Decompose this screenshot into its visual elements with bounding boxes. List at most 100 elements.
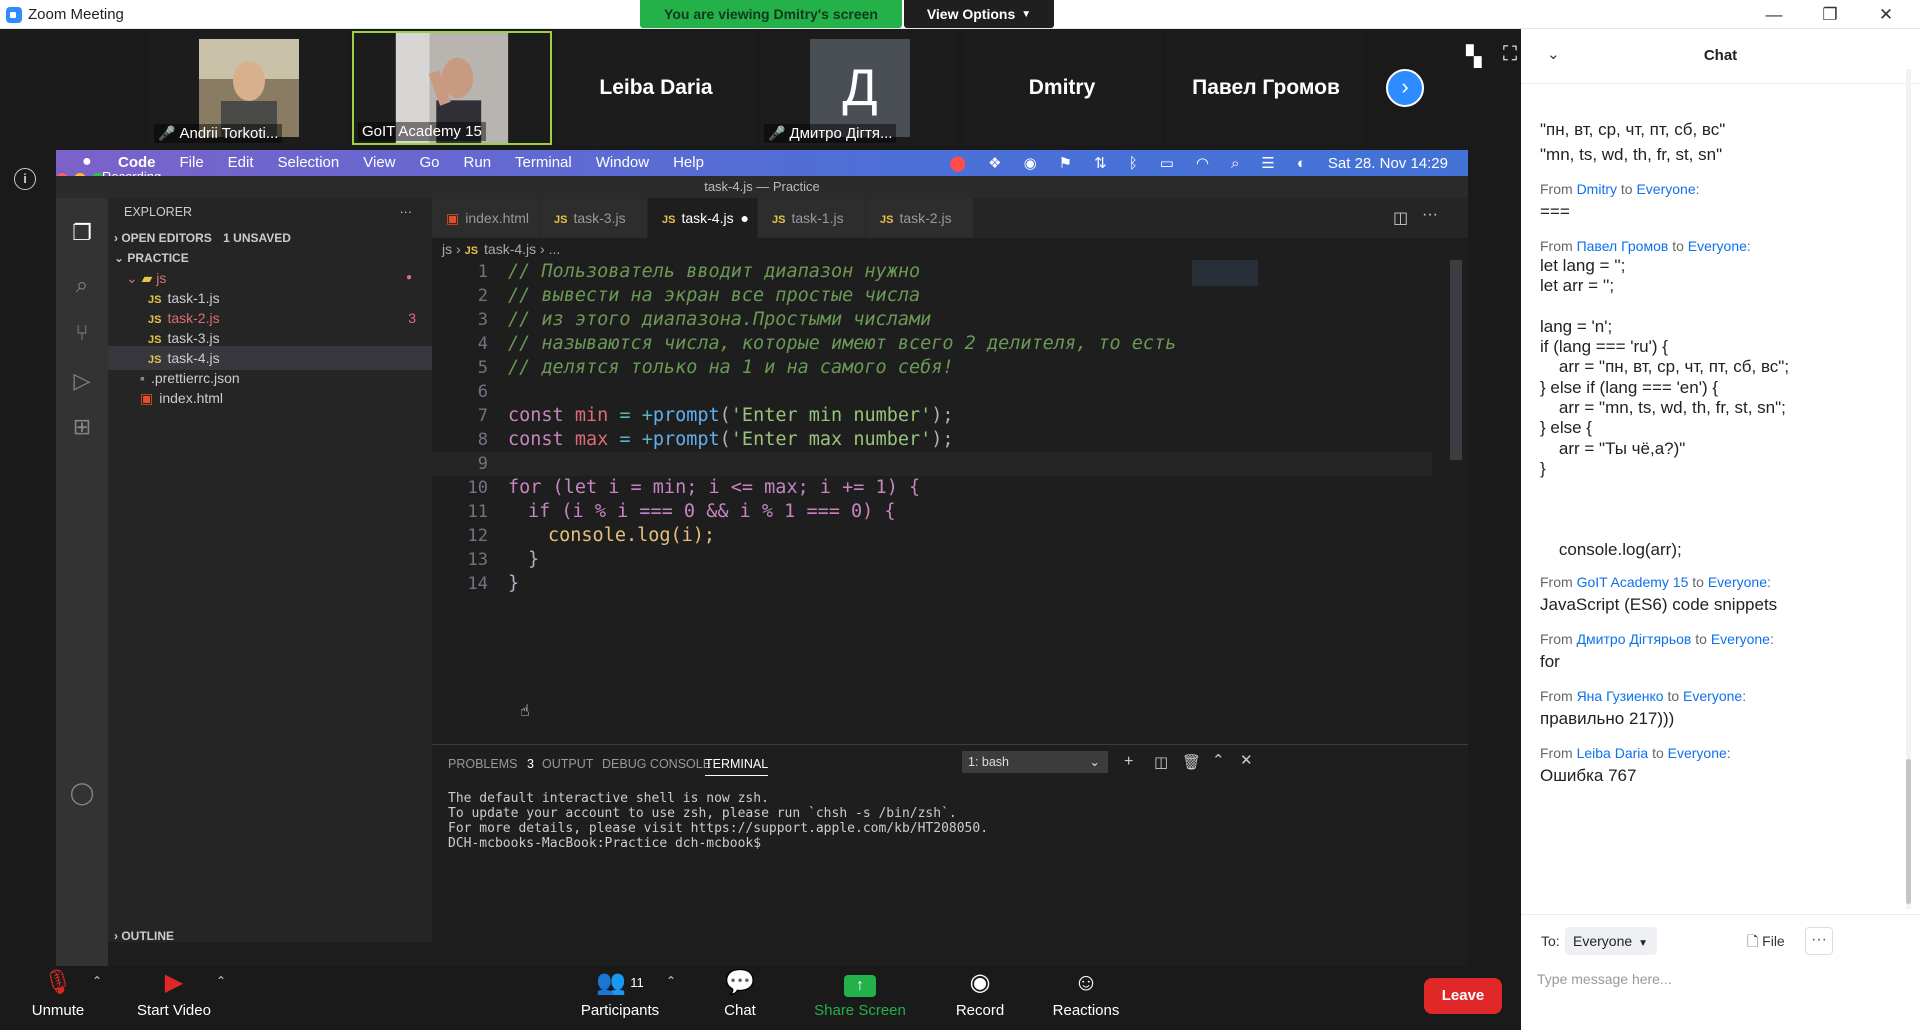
line-number: 7: [477, 406, 488, 426]
sender-name[interactable]: Павел Громов: [1577, 238, 1669, 254]
menu-help[interactable]: Help: [673, 154, 704, 171]
minimap[interactable]: [1192, 260, 1258, 286]
record-button[interactable]: ◉ Record: [940, 966, 1020, 1030]
tab-task-1[interactable]: JS task-1.js: [758, 198, 866, 238]
more-actions-icon[interactable]: ···: [1422, 206, 1438, 224]
explorer-icon[interactable]: ❐: [68, 220, 96, 248]
run-debug-icon[interactable]: ▷: [68, 368, 96, 396]
breadcrumb-folder[interactable]: js: [442, 241, 452, 257]
participant-tile[interactable]: 🎤 Andrii Torkoti...: [150, 31, 348, 145]
outline-section[interactable]: › OUTLINE: [108, 924, 432, 948]
next-participants-button[interactable]: ›: [1386, 69, 1424, 107]
chat-scrollbar-thumb[interactable]: [1906, 759, 1911, 904]
sender-name[interactable]: Dmitry: [1577, 181, 1617, 197]
code-text: if (i % i === 0 && i % 1 === 0) {: [528, 501, 896, 522]
participant-tile[interactable]: Д 🎤 Дмитро Дігтя...: [760, 31, 958, 145]
menu-terminal[interactable]: Terminal: [515, 154, 572, 171]
wifi-icon[interactable]: ◠: [1196, 154, 1209, 172]
tab-problems[interactable]: PROBLEMS 3: [448, 757, 534, 771]
close-window-button[interactable]: ✕: [1858, 0, 1914, 29]
spotlight-search-icon[interactable]: ⌕: [1231, 155, 1239, 172]
network-icon[interactable]: ⇅: [1094, 154, 1107, 172]
terminal-output[interactable]: The default interactive shell is now zsh…: [448, 791, 988, 851]
tab-index-html[interactable]: ▣ index.html: [432, 198, 540, 238]
dropbox-icon[interactable]: ❖: [988, 154, 1001, 172]
recipient-select[interactable]: Everyone ▼: [1565, 927, 1657, 955]
file-index-html[interactable]: ▣ index.html: [108, 386, 432, 410]
video-options-chevron-icon[interactable]: ⌃: [216, 974, 226, 988]
js-file-icon: JS: [148, 314, 162, 326]
extensions-icon[interactable]: ⊞: [68, 414, 96, 442]
js-file-icon: JS: [554, 214, 568, 226]
tab-output[interactable]: OUTPUT: [542, 757, 593, 771]
view-options-button[interactable]: View Options ▼: [904, 0, 1054, 28]
breadcrumb-rest[interactable]: ...: [549, 241, 561, 257]
minimize-button[interactable]: —: [1746, 0, 1802, 29]
tab-task-3[interactable]: JS task-3.js: [540, 198, 648, 238]
battery-icon[interactable]: ▭: [1160, 154, 1174, 172]
leave-button[interactable]: Leave: [1424, 978, 1502, 1014]
new-terminal-icon[interactable]: +: [1124, 753, 1133, 771]
reactions-button[interactable]: ☺ Reactions: [1036, 966, 1136, 1030]
code-area[interactable]: 1 // Пользователь вводит диапазон нужно 2…: [432, 260, 1468, 744]
restore-button[interactable]: ❐: [1802, 0, 1858, 29]
viewing-screen-banner: You are viewing Dmitry's screen: [640, 0, 902, 28]
sender-name[interactable]: GoIT Academy 15: [1577, 574, 1689, 590]
sender-name[interactable]: Дмитро Дігтярьов: [1577, 631, 1692, 647]
menu-selection[interactable]: Selection: [278, 154, 340, 171]
chat-scrollbar-track[interactable]: [1906, 69, 1911, 909]
tab-task-2[interactable]: JS task-2.js: [866, 198, 974, 238]
fullscreen-icon[interactable]: ⛶: [1503, 43, 1517, 66]
sender-name[interactable]: Leiba Daria: [1577, 745, 1649, 761]
tab-task-4[interactable]: JS task-4.js ●: [648, 198, 758, 238]
control-center-icon[interactable]: ☰: [1261, 154, 1274, 172]
participant-label: 🎤 Andrii Torkoti...: [154, 124, 283, 143]
file-button[interactable]: 🗋 File: [1747, 931, 1785, 955]
audio-options-chevron-icon[interactable]: ⌃: [92, 974, 102, 988]
notification-icon[interactable]: ⬤: [949, 154, 966, 172]
tab-label: task-2.js: [899, 210, 952, 226]
participant-tile[interactable]: Павел Громов: [1166, 31, 1366, 145]
participant-tile[interactable]: Leiba Daria: [556, 31, 756, 145]
participants-button[interactable]: 👥 11 Participants: [560, 966, 680, 1030]
split-editor-icon[interactable]: ◫: [1393, 208, 1408, 228]
bluetooth-icon[interactable]: ᛒ: [1129, 155, 1138, 172]
flag-icon[interactable]: ⚑: [1059, 154, 1072, 172]
trash-icon[interactable]: 🗑: [1182, 753, 1201, 771]
play-icon[interactable]: ◉: [1024, 154, 1037, 172]
tab-terminal[interactable]: TERMINAL: [705, 757, 769, 776]
sender-name[interactable]: Яна Гузиенко: [1577, 688, 1664, 704]
terminal-select[interactable]: 1: bash ⌄: [962, 751, 1108, 773]
menu-edit[interactable]: Edit: [228, 154, 254, 171]
more-actions-icon[interactable]: ···: [400, 200, 413, 224]
menu-file[interactable]: File: [180, 154, 204, 171]
unmute-button[interactable]: 🎙 Unmute: [18, 966, 98, 1030]
folder-name: js: [156, 270, 167, 286]
participant-tile-active-speaker[interactable]: GoIT Academy 15: [352, 31, 552, 145]
menu-window[interactable]: Window: [596, 154, 649, 171]
siri-icon[interactable]: ◐: [1297, 155, 1306, 172]
message-input[interactable]: Type message here...: [1537, 965, 1897, 993]
search-icon[interactable]: ⌕: [68, 272, 96, 300]
account-icon[interactable]: ◯: [68, 780, 96, 808]
more-options-icon[interactable]: ···: [1805, 927, 1833, 955]
chat-button[interactable]: 💬 Chat: [700, 966, 780, 1030]
editor-scrollbar[interactable]: [1450, 260, 1462, 460]
menu-run[interactable]: Run: [464, 154, 492, 171]
close-panel-icon[interactable]: ✕: [1240, 751, 1253, 769]
start-video-button[interactable]: ▶︎ Start Video: [118, 966, 230, 1030]
source-control-icon[interactable]: ⑂: [68, 320, 96, 348]
participants-chevron-icon[interactable]: ⌃: [666, 974, 676, 988]
share-screen-button[interactable]: ↑ Share Screen: [800, 966, 920, 1030]
layout-switch-icon[interactable]: ▚: [1466, 44, 1481, 69]
split-terminal-icon[interactable]: ◫: [1154, 753, 1168, 771]
menu-view[interactable]: View: [363, 154, 395, 171]
breadcrumb-file[interactable]: task-4.js: [484, 241, 536, 257]
chat-message: From GoIT Academy 15 to Everyone: JavaScr…: [1540, 572, 1900, 617]
meeting-info-icon[interactable]: i: [14, 168, 36, 190]
menu-go[interactable]: Go: [420, 154, 440, 171]
tab-debug-console[interactable]: DEBUG CONSOLE: [602, 757, 711, 771]
maximize-panel-icon[interactable]: ⌃: [1212, 751, 1225, 769]
recipient-name: Everyone: [1636, 181, 1696, 197]
participant-tile[interactable]: Dmitry: [962, 31, 1162, 145]
